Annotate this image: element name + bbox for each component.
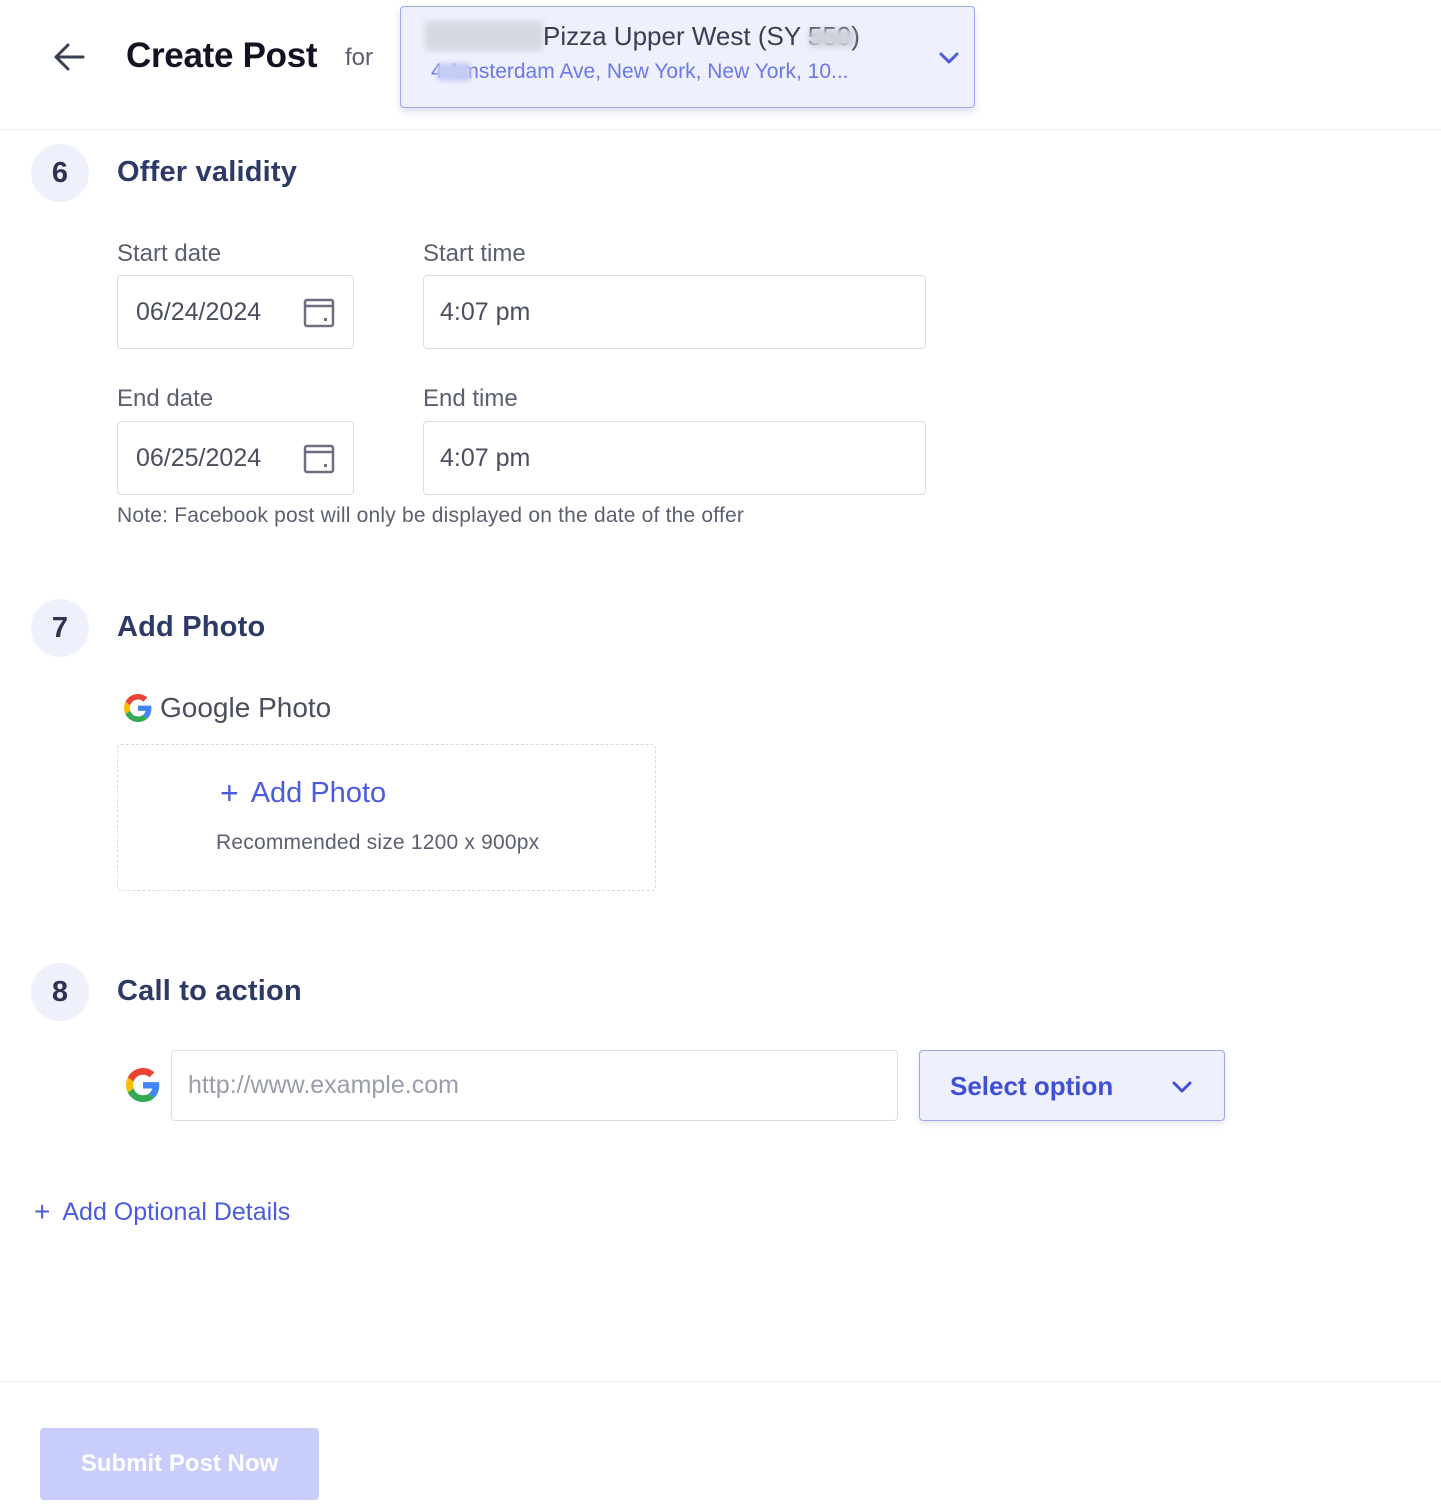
start-time-input[interactable]: 4:07 pm [423,275,926,349]
photo-upload-area[interactable]: + Add Photo Recommended size 1200 x 900p… [117,744,656,891]
redacted-text [437,63,471,81]
start-time-value: 4:07 pm [440,297,531,326]
add-photo-button[interactable]: + Add Photo [220,775,386,812]
end-time-label: End time [423,385,518,412]
add-optional-label: Add Optional Details [62,1197,291,1226]
start-date-input[interactable]: 06/24/2024 [117,275,354,349]
start-date-label: Start date [117,240,222,267]
start-time-label: Start time [423,240,526,267]
step-badge: 6 [31,144,89,202]
back-button[interactable] [44,34,94,80]
location-address: 4 Amsterdam Ave, New York, New York, 10.… [431,60,849,83]
end-date-input[interactable]: 06/25/2024 [117,421,354,495]
section-title: Add Photo [117,611,266,643]
plus-icon: + [34,1196,51,1227]
cta-url-input[interactable] [171,1050,898,1121]
add-optional-details-link[interactable]: + Add Optional Details [34,1196,290,1228]
end-time-input[interactable]: 4:07 pm [423,421,926,495]
cta-select-label: Select option [950,1071,1114,1101]
add-photo-label: Add Photo [250,777,387,809]
redacted-text [809,29,855,47]
step-badge: 7 [31,599,89,657]
end-time-value: 4:07 pm [440,443,531,472]
google-photo-label: Google Photo [124,692,331,724]
page-title: Create Post [126,36,318,75]
page-header: Create Post for Pizza Upper West (SY 559… [0,0,1441,130]
end-date-value: 06/25/2024 [136,443,262,472]
back-arrow-icon [54,43,85,71]
location-select[interactable]: Pizza Upper West (SY 559) 4 Amsterdam Av… [400,6,975,108]
google-icon [124,694,152,722]
section-title: Offer validity [117,156,298,188]
start-date-value: 06/24/2024 [136,297,262,326]
chevron-down-icon [1172,1081,1192,1093]
google-photo-text: Google Photo [160,692,332,723]
plus-icon: + [220,775,239,811]
section-title: Call to action [117,975,302,1007]
submit-post-button[interactable]: Submit Post Now [40,1428,319,1500]
recommended-size: Recommended size 1200 x 900px [216,831,540,854]
calendar-icon[interactable] [303,444,335,474]
cta-select-dropdown[interactable]: Select option [919,1050,1225,1121]
end-date-label: End date [117,385,214,412]
for-label: for [345,44,374,71]
step-badge: 8 [31,963,89,1021]
chevron-down-icon [939,52,959,64]
offer-note: Note: Facebook post will only be display… [117,504,745,527]
footer-divider [0,1381,1441,1382]
calendar-icon[interactable] [303,298,335,328]
redacted-text [425,21,543,51]
google-icon [126,1068,160,1102]
